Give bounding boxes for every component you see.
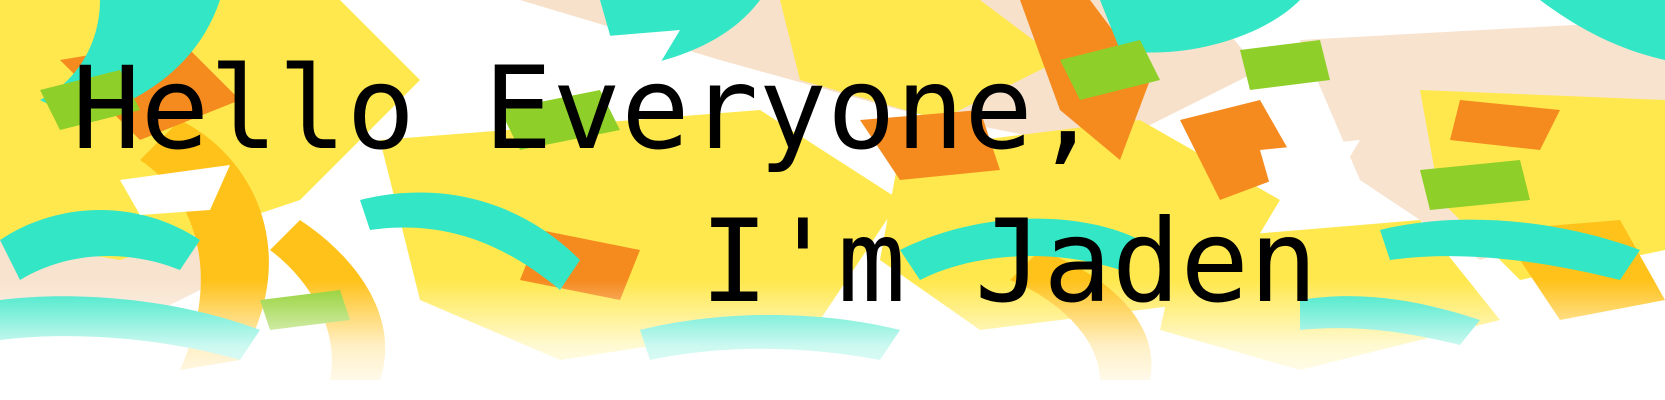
hero-banner: Hello Everyone, I'm Jaden bbox=[0, 0, 1665, 400]
headline: Hello Everyone, I'm Jaden bbox=[0, 0, 1665, 400]
headline-line-2: I'm Jaden bbox=[700, 195, 1318, 328]
headline-line-1: Hello Everyone, bbox=[72, 42, 1102, 175]
